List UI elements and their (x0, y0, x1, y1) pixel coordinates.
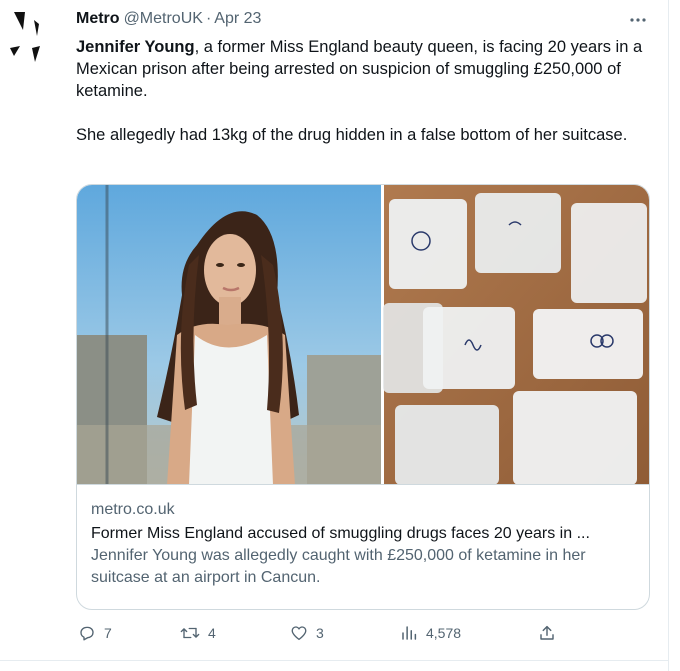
tweet-paragraph-2: She allegedly had 13kg of the drug hidde… (76, 126, 628, 144)
tweet-date[interactable]: Apr 23 (214, 10, 261, 28)
tweet-bottom-divider (0, 660, 668, 661)
views-button[interactable]: 4,578 (400, 624, 461, 642)
photo-woman (77, 185, 381, 484)
photo-packets (383, 185, 649, 484)
like-button[interactable]: 3 (290, 624, 324, 642)
like-count: 3 (316, 625, 324, 641)
card-text: metro.co.uk Former Miss England accused … (91, 499, 637, 589)
more-dots-icon (630, 18, 646, 22)
heart-icon (291, 626, 307, 641)
views-bar-chart-icon (402, 626, 417, 640)
timeline-right-border (668, 0, 669, 671)
author-name[interactable]: Metro (76, 10, 120, 28)
retweet-icon (180, 627, 200, 639)
header-separator: · (205, 10, 212, 27)
tweet-text-bold: Jennifer Young (76, 38, 195, 56)
tweet-header: Metro @MetroUK · Apr 23 (76, 10, 628, 28)
more-options-button[interactable] (624, 10, 652, 30)
link-card[interactable]: metro.co.uk Former Miss England accused … (76, 184, 650, 610)
retweet-count: 4 (208, 625, 216, 641)
share-button[interactable] (538, 624, 556, 642)
tweet-paragraph-1: Jennifer Young, a former Miss England be… (76, 36, 656, 102)
card-image[interactable] (77, 185, 649, 485)
retweet-button[interactable]: 4 (180, 624, 216, 642)
card-title[interactable]: Former Miss England accused of smuggling… (91, 523, 637, 545)
reply-button[interactable]: 7 (78, 624, 112, 642)
views-count: 4,578 (426, 625, 462, 641)
reply-icon (80, 626, 94, 641)
tweet-text: Jennifer Young, a former Miss England be… (76, 36, 656, 146)
tweet-actions: 7 4 3 4,578 (76, 624, 566, 646)
card-description: Jennifer Young was allegedly caught with… (91, 547, 586, 586)
reply-count: 7 (104, 625, 112, 641)
card-domain[interactable]: metro.co.uk (91, 499, 637, 521)
tweet[interactable]: Metro @MetroUK · Apr 23 Jennifer Young, … (0, 0, 668, 660)
share-icon (540, 625, 554, 640)
metro-logo-avatar[interactable] (8, 8, 58, 66)
author-handle[interactable]: @MetroUK (124, 10, 203, 28)
